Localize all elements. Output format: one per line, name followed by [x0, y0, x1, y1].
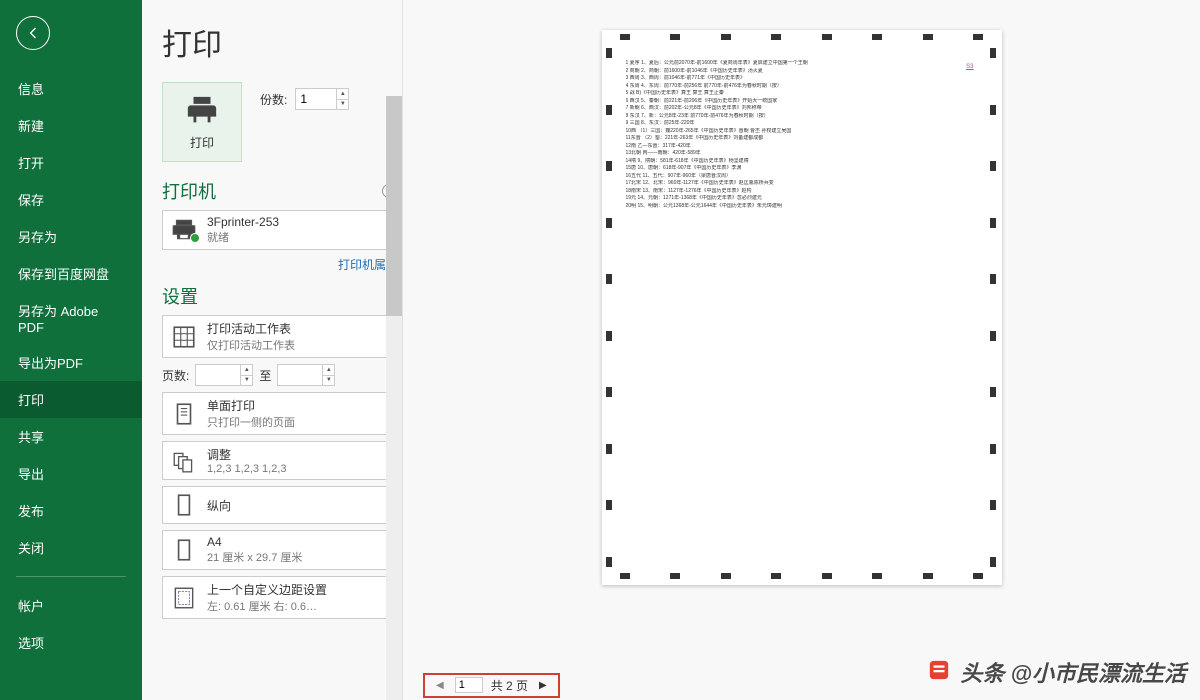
margins-sub: 左: 0.61 厘米 右: 0.6…	[207, 598, 383, 614]
sheet-icon	[171, 324, 197, 350]
sidebar-item-baidu[interactable]: 保存到百度网盘	[0, 255, 142, 292]
collate-sub: 1,2,3 1,2,3 1,2,3	[207, 463, 383, 475]
scrollbar-thumb[interactable]	[386, 96, 402, 316]
sidebar-item-share[interactable]: 共享	[0, 418, 142, 455]
sidebar-divider	[16, 576, 126, 577]
next-page-button[interactable]: ▶	[536, 680, 550, 691]
sidebar-item-adobepdf[interactable]: 另存为 Adobe PDF	[0, 292, 142, 344]
sidebar-item-options[interactable]: 选项	[0, 624, 142, 661]
settings-scrollbar[interactable]	[386, 96, 402, 700]
prev-page-button[interactable]: ◀	[433, 680, 447, 691]
printer-dropdown[interactable]: 3Fprinter-253 就绪 ▼	[162, 210, 402, 250]
sidebar-item-new[interactable]: 新建	[0, 107, 142, 144]
printer-status: 就绪	[207, 229, 383, 245]
print-button-label: 打印	[190, 134, 214, 151]
sides-dropdown[interactable]: 单面打印只打印一侧的页面 ▼	[162, 392, 402, 435]
collate-label: 调整	[207, 446, 383, 463]
total-pages-label: 共 2 页	[491, 677, 528, 694]
copies-label: 份数:	[260, 91, 287, 108]
portrait-icon	[171, 492, 197, 518]
printer-icon	[185, 94, 219, 128]
sidebar-item-export[interactable]: 导出	[0, 455, 142, 492]
margins-label: 上一个自定义边距设置	[207, 581, 383, 598]
spinner-up-icon[interactable]: ▲	[241, 365, 252, 376]
settings-section-title: 设置	[162, 283, 198, 309]
sidebar-item-info[interactable]: 信息	[0, 70, 142, 107]
ruler-left	[606, 48, 614, 567]
orientation-label: 纵向	[207, 497, 383, 514]
spinner-down-icon[interactable]: ▼	[337, 100, 348, 110]
sides-label: 单面打印	[207, 397, 383, 414]
print-what-sub: 仅打印活动工作表	[207, 337, 383, 353]
sidebar-item-saveas[interactable]: 另存为	[0, 218, 142, 255]
arrow-left-icon	[25, 25, 41, 41]
backstage-sidebar: 信息 新建 打开 保存 另存为 保存到百度网盘 另存为 Adobe PDF 导出…	[0, 0, 142, 700]
page-from-spinner[interactable]: ▲▼	[195, 364, 253, 386]
collate-dropdown[interactable]: 调整1,2,3 1,2,3 1,2,3 ▼	[162, 441, 402, 480]
page-single-icon	[171, 401, 197, 427]
spinner-down-icon[interactable]: ▼	[241, 376, 252, 386]
sidebar-item-close[interactable]: 关闭	[0, 529, 142, 566]
print-button[interactable]: 打印	[162, 82, 242, 162]
ruler-top	[620, 34, 984, 42]
page-nav-highlight: ◀ 共 2 页 ▶	[423, 673, 560, 698]
page-from-input[interactable]	[196, 365, 240, 385]
print-what-dropdown[interactable]: 打印活动工作表仅打印活动工作表 ▼	[162, 315, 402, 358]
sidebar-item-open[interactable]: 打开	[0, 144, 142, 181]
ruler-bottom	[620, 573, 984, 581]
page-preview: S3 1 夏序 1、夏后：公元前2070年-前1600年《夏商周年表》夏启建立中…	[602, 30, 1002, 585]
printer-name: 3Fprinter-253	[207, 215, 383, 229]
sidebar-item-publish[interactable]: 发布	[0, 492, 142, 529]
print-settings-panel: 打印 打印 份数: ▲▼ 打印机	[142, 0, 402, 700]
paper-sub: 21 厘米 x 29.7 厘米	[207, 549, 383, 565]
spinner-up-icon[interactable]: ▲	[323, 365, 334, 376]
current-page-input[interactable]	[455, 677, 483, 693]
collate-icon	[171, 448, 197, 474]
sidebar-item-save[interactable]: 保存	[0, 181, 142, 218]
preview-corner-label: S3	[966, 64, 973, 70]
spinner-up-icon[interactable]: ▲	[337, 89, 348, 100]
ruler-right	[990, 48, 998, 567]
margins-icon	[171, 585, 197, 611]
pages-label: 页数:	[162, 367, 189, 384]
print-what-label: 打印活动工作表	[207, 320, 383, 337]
paper-icon	[171, 537, 197, 563]
copies-spinner[interactable]: ▲▼	[295, 88, 349, 110]
pages-to-label: 至	[259, 367, 271, 384]
printer-properties-link[interactable]: 打印机属性	[162, 256, 398, 273]
page-title: 打印	[162, 20, 402, 64]
print-preview-panel: S3 1 夏序 1、夏后：公元前2070年-前1600年《夏商周年表》夏启建立中…	[402, 0, 1200, 700]
sides-sub: 只打印一侧的页面	[207, 414, 383, 430]
back-button[interactable]	[16, 16, 50, 50]
preview-content: 1 夏序 1、夏后：公元前2070年-前1600年《夏商周年表》夏启建立中国第一…	[626, 60, 978, 210]
copies-input[interactable]	[296, 89, 336, 109]
printer-section-title: 打印机	[162, 178, 216, 204]
paper-label: A4	[207, 535, 383, 549]
page-to-spinner[interactable]: ▲▼	[277, 364, 335, 386]
status-dot-icon	[190, 233, 200, 243]
paper-dropdown[interactable]: A421 厘米 x 29.7 厘米 ▼	[162, 530, 402, 570]
margins-dropdown[interactable]: 上一个自定义边距设置左: 0.61 厘米 右: 0.6… ▼	[162, 576, 402, 619]
orientation-dropdown[interactable]: 纵向 ▼	[162, 486, 402, 524]
page-to-input[interactable]	[278, 365, 322, 385]
sidebar-item-exportpdf[interactable]: 导出为PDF	[0, 344, 142, 381]
sidebar-item-print[interactable]: 打印	[0, 381, 142, 418]
sidebar-item-account[interactable]: 帐户	[0, 587, 142, 624]
spinner-down-icon[interactable]: ▼	[323, 376, 334, 386]
